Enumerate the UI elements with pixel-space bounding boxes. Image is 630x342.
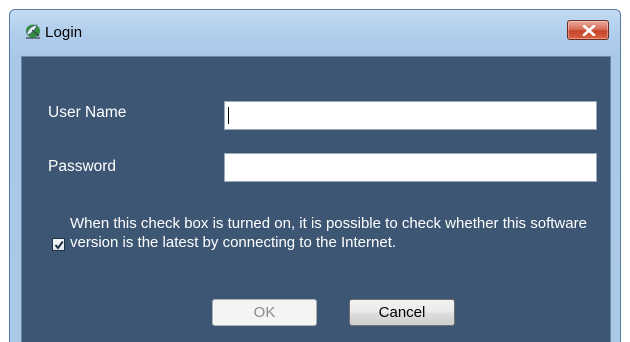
- password-field[interactable]: [224, 153, 597, 182]
- login-dialog: Login User Name Password When this check…: [9, 9, 621, 342]
- close-button[interactable]: [567, 20, 609, 40]
- dialog-body: User Name Password When this check box i…: [21, 56, 611, 342]
- username-label: User Name: [48, 104, 127, 121]
- window-title: Login: [45, 24, 83, 41]
- checkmark-icon: [54, 240, 64, 250]
- version-check-checkbox[interactable]: [52, 238, 65, 251]
- text-caret: [228, 107, 229, 124]
- version-check-label[interactable]: When this check box is turned on, it is …: [70, 214, 600, 252]
- title-bar[interactable]: Login: [10, 10, 620, 55]
- cancel-button[interactable]: Cancel: [349, 299, 455, 326]
- password-label: Password: [48, 158, 117, 175]
- satellite-dish-icon: [24, 22, 42, 40]
- ok-button[interactable]: OK: [212, 299, 317, 326]
- close-icon: [582, 25, 596, 36]
- username-field[interactable]: [224, 101, 597, 130]
